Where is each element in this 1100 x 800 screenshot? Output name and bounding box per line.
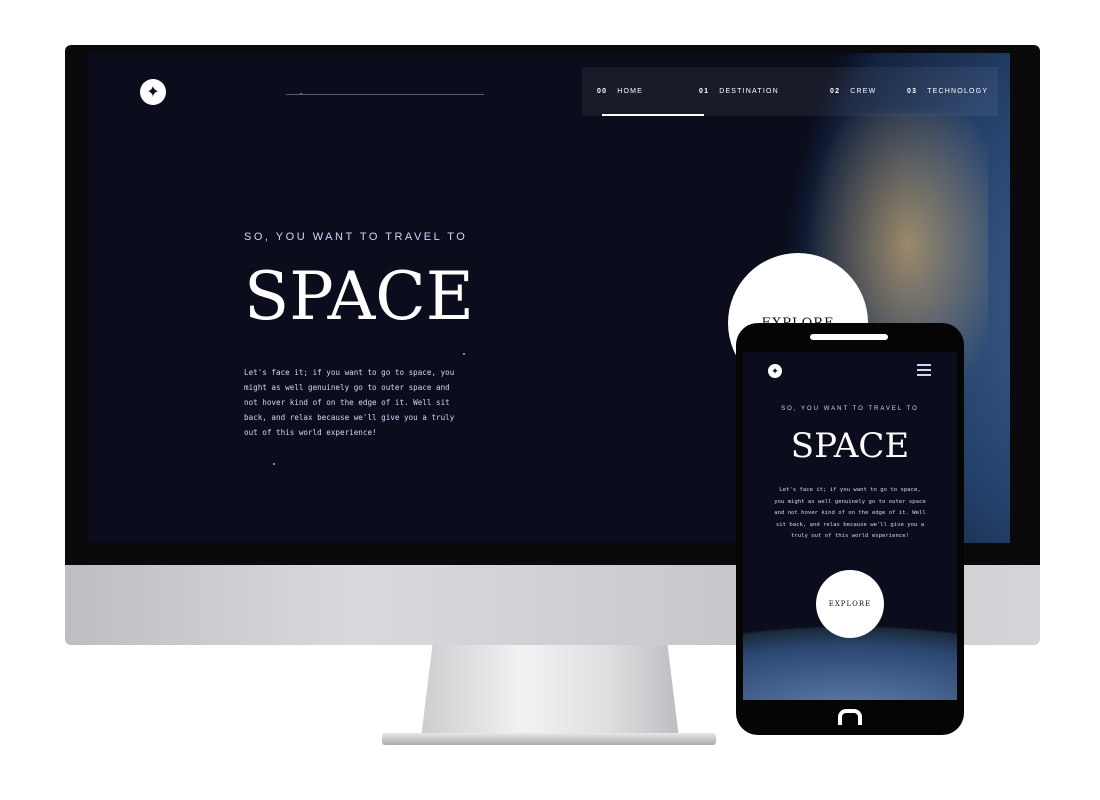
logo-icon[interactable]: ✦: [140, 79, 166, 105]
nav-num: 00: [597, 88, 608, 95]
phone-frame: ✦ SO, YOU WANT TO TRAVEL TO SPACE Let's …: [736, 323, 964, 735]
nav-num: 02: [830, 88, 841, 95]
nav-label: HOME: [617, 88, 643, 95]
mobile-screen: ✦ SO, YOU WANT TO TRAVEL TO SPACE Let's …: [743, 352, 957, 700]
hero-title: SPACE: [790, 426, 910, 466]
nav-crew[interactable]: 02 CREW: [830, 67, 907, 116]
monitor-stand: [421, 645, 679, 737]
header-divider: [286, 94, 484, 95]
hero-title: SPACE: [244, 258, 474, 335]
nav-num: 03: [907, 88, 918, 95]
star: [463, 353, 465, 355]
hero-paragraph: Let's face it; if you want to go to spac…: [244, 368, 455, 437]
nav-num: 01: [699, 88, 710, 95]
home-button[interactable]: [838, 709, 862, 725]
hero-paragraph: Let's face it; if you want to go to spac…: [774, 487, 926, 539]
hero-eyebrow: SO, YOU WANT TO TRAVEL TO: [781, 406, 919, 412]
hamburger-menu-icon[interactable]: [917, 364, 931, 379]
nav-home[interactable]: 00 HOME: [597, 67, 704, 116]
nav-label: TECHNOLOGY: [927, 88, 989, 95]
hero-eyebrow: SO, YOU WANT TO TRAVEL TO: [244, 231, 468, 243]
nav-label: CREW: [850, 88, 877, 95]
logo-icon[interactable]: ✦: [768, 364, 782, 378]
explore-button[interactable]: EXPLORE: [816, 570, 884, 638]
nav-technology[interactable]: 03 TECHNOLOGY: [907, 67, 988, 116]
nav-destination[interactable]: 01 DESTINATION: [699, 67, 830, 116]
phone-speaker: [810, 334, 888, 340]
star: [273, 463, 275, 465]
monitor-base: [382, 733, 716, 745]
nav-label: DESTINATION: [719, 88, 779, 95]
main-nav: 00 HOME 01 DESTINATION 02 CREW 03 TECHNOLOGY: [582, 67, 998, 116]
